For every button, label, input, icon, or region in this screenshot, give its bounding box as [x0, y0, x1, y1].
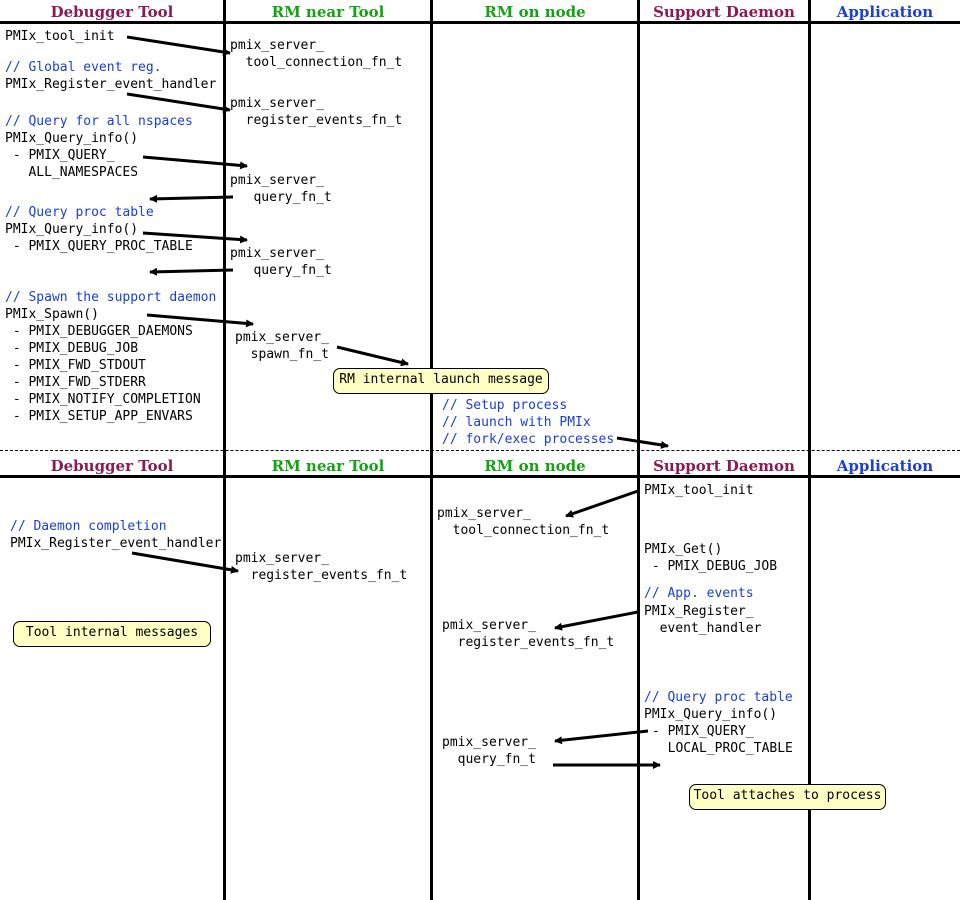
arrow-query-proc-to-rm [142, 231, 248, 244]
arrow-query-nspaces-reply [149, 194, 234, 203]
sequence-diagram: Debugger Tool RM near Tool RM on node Su… [0, 0, 960, 900]
arrow-register-to-rm [126, 92, 231, 113]
arrow-query-proc-reply [149, 267, 234, 276]
arrow-spawn-to-launch [336, 345, 409, 367]
arrow-daemon-init-to-node [565, 489, 639, 518]
arrow-query-nspaces-to-rm [142, 155, 248, 170]
arrow-completion-to-rm [131, 551, 239, 574]
arrow-daemon-query-to-node [554, 729, 649, 745]
arrow-fork-to-daemon [616, 436, 669, 449]
arrow-tool-init-to-rm [126, 35, 231, 56]
message-arrows [126, 35, 669, 769]
arrow-app-events-to-node [554, 610, 639, 631]
arrow-spawn-to-rm [146, 313, 254, 328]
